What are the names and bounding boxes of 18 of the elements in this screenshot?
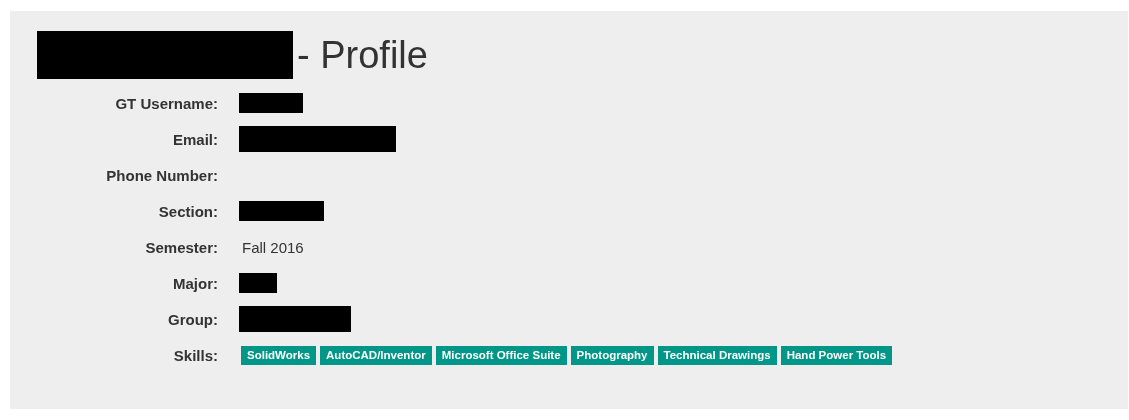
skill-tag: AutoCAD/Inventor [320,345,432,365]
field-label: GT Username: [114,94,219,112]
redaction-bar [239,93,303,113]
redaction-bar [239,273,277,293]
field-label: Phone Number: [105,166,219,184]
skill-tag: Microsoft Office Suite [435,345,567,365]
skill-tag: Technical Drawings [657,345,777,365]
field-label: Section: [157,202,219,220]
field-label: Major: [172,274,219,292]
field-label: Skills: [172,346,219,364]
field-label: Group: [167,310,219,328]
field-value: Fall 2016 [241,238,304,256]
profile-title: - Profile [297,33,428,78]
skill-tag: Photography [570,345,654,365]
skill-tag: SolidWorks [241,345,317,365]
field-label: Semester: [144,238,219,256]
field-label: Email: [172,130,219,148]
skill-tag: Hand Power Tools [780,345,893,365]
